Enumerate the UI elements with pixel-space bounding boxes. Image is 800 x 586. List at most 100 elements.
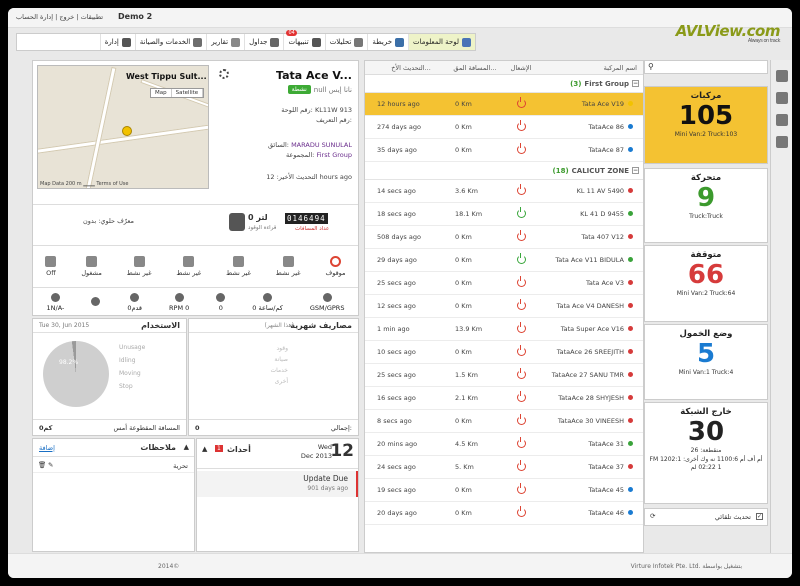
vehicle-info-panel: West Tippu Sult... Map Satellite Map Data… — [32, 60, 359, 316]
distance-value: 0كم — [39, 424, 53, 432]
map-button[interactable]: Map — [151, 89, 172, 97]
gear-icon[interactable] — [219, 69, 229, 79]
trash-icon[interactable]: 🗑 — [38, 461, 46, 469]
stat-card[interactable]: خارج الشبكة 30 منقطعة: 26 FM 1202:1 أم أف أ… — [644, 402, 768, 504]
map-type-toggle[interactable]: Map Satellite — [150, 88, 205, 98]
menu-item-6[interactable]: الخدمات والصيانة — [134, 34, 206, 50]
account-links[interactable]: تطبيقات | خروج | إدارة الحساب — [16, 13, 103, 21]
menu-item-2[interactable]: تحليلات — [324, 34, 368, 50]
fuel-icon — [229, 213, 245, 231]
odometer-value: 0146494 — [285, 213, 328, 224]
battery-icon — [50, 293, 60, 302]
group-count: (3) — [570, 79, 582, 88]
vehicle-row-name: TataAce 46 — [588, 509, 624, 517]
menu-item-4[interactable]: جداول — [244, 34, 283, 50]
sensor-item: GSM/GPRS — [310, 293, 344, 312]
power-icon — [516, 275, 526, 287]
vehicle-marker-icon[interactable] — [122, 126, 132, 136]
satellite-button[interactable]: Satellite — [172, 89, 204, 97]
menu-label: خريطة — [372, 38, 393, 46]
col-name[interactable]: اسم المركبة — [543, 64, 643, 72]
vehicle-row[interactable]: Tata Ace V19 0 Km 12 hours ago — [365, 93, 643, 116]
mini-map[interactable]: West Tippu Sult... Map Satellite Map Data… — [37, 65, 209, 189]
vehicle-row[interactable]: TataAce 87 0 Km 35 days ago — [365, 139, 643, 162]
expense-row: صيانة — [274, 356, 288, 363]
vehicle-row-distance: 0 Km — [455, 279, 472, 287]
col-ignition[interactable]: الإشعال — [499, 64, 543, 72]
vehicle-row-name: TataAce 87 — [588, 146, 624, 154]
vehicle-icon[interactable] — [775, 70, 788, 82]
group-header[interactable]: − First Group (3) — [365, 75, 643, 93]
col-updated[interactable]: التحديث الأخ... — [371, 64, 451, 72]
power-icon — [516, 119, 526, 131]
vehicle-row[interactable]: Tata Super Ace V16 13.9 Km 1 min ago — [365, 318, 643, 341]
group-count: (18) — [552, 166, 569, 175]
stat-card[interactable]: متوقفة 66 Mini Van:2 Truck:64 — [644, 245, 768, 322]
distance-label[interactable]: المسافة المقطوعة أمس — [113, 424, 180, 432]
footer-copyright: 2014© — [158, 563, 180, 570]
vehicle-row[interactable]: TataAce 37 5. Km 24 secs ago — [365, 456, 643, 479]
vehicle-row[interactable]: Tata Ace V3 0 Km 25 secs ago — [365, 272, 643, 295]
menu-item-7[interactable]: إدارة — [99, 34, 135, 50]
edit-icon[interactable]: ✎ — [48, 461, 53, 469]
menu-item-5[interactable]: تقارير — [206, 34, 244, 50]
vehicle-row[interactable]: KL 41 D 9455 18.1 Km 18 secs ago — [365, 203, 643, 226]
expense-row: أخرى — [274, 378, 288, 385]
menu-item-3[interactable]: تنبيهات 04 — [283, 30, 324, 50]
vehicle-row[interactable]: KL 11 AV 5490 3.6 Km 14 secs ago — [365, 180, 643, 203]
menu-item-1[interactable]: خريطة — [367, 34, 408, 50]
vehicle-row[interactable]: Tata Ace V11 BIDULA 0 Km 29 days ago — [365, 249, 643, 272]
map-footer: Map Data 200 m ▁▁▁ Terms of Use — [40, 181, 129, 187]
fuel-value: 0 لتر — [248, 213, 268, 222]
chevron-up-icon[interactable]: ▲ — [184, 443, 189, 451]
vehicle-row-distance: 0 Km — [455, 417, 472, 425]
chevron-up-icon[interactable]: ▲ — [202, 445, 207, 453]
collapse-icon[interactable]: − — [632, 167, 639, 174]
vehicle-row-name: TataAce 26 SREEJITH — [556, 348, 624, 356]
auto-refresh-checkbox[interactable]: ✓ — [756, 513, 763, 520]
vehicle-row-updated: 508 days ago — [377, 233, 421, 241]
stat-title: متوقفة — [690, 250, 722, 260]
vehicle-row-name: TataAce 37 — [588, 463, 624, 471]
vehicle-row[interactable]: TataAce 27 SANU TMR 1.5 Km 25 secs ago — [365, 364, 643, 387]
power-icon — [516, 229, 526, 241]
vehicle-row[interactable]: TataAce 46 0 Km 20 days ago — [365, 502, 643, 525]
list-search-box[interactable]: ⚲ — [644, 60, 768, 74]
vehicle-row[interactable]: Tata 407 V12 0 Km 508 days ago — [365, 226, 643, 249]
group-name: First Group — [584, 79, 629, 88]
vehicle-row[interactable]: TataAce 26 SREEJITH 0 Km 10 secs ago — [365, 341, 643, 364]
vehicle-row[interactable]: TataAce 31 4.5 Km 20 mins ago — [365, 433, 643, 456]
sensor-value: 0 — [218, 304, 223, 312]
menu-item-0[interactable]: لوحة المعلومات — [408, 34, 475, 50]
vehicle-row[interactable]: Tata Ace V4 DANESH 0 Km 12 secs ago — [365, 295, 643, 318]
refresh-icon[interactable]: ⟳ — [650, 512, 655, 520]
event-item[interactable]: Update Due 901 days ago — [197, 471, 358, 497]
expenses-title: مصاريف شهرية — [290, 321, 352, 330]
notes-col: 🗑 ✎ تحرية — [33, 459, 194, 473]
add-note-link[interactable]: إضافة — [39, 444, 55, 452]
power-icon — [516, 413, 526, 425]
user-icon[interactable] — [775, 92, 788, 104]
power-icon — [516, 252, 526, 264]
status-dot-icon — [628, 441, 633, 446]
group-header[interactable]: − CALICUT ZONE (18) — [365, 162, 643, 180]
vehicle-name: Tata Ace V... — [276, 69, 352, 82]
cube-icon[interactable] — [775, 114, 788, 126]
vehicle-row[interactable]: TataAce 28 SHYJESH 2.1 Km 16 secs ago — [365, 387, 643, 410]
vehicle-row-distance: 13.9 Km — [455, 325, 483, 333]
vehicle-row[interactable]: TataAce 30 VINEESH 0 Km 8 secs ago — [365, 410, 643, 433]
vehicle-row[interactable]: TataAce 86 0 Km 274 days ago — [365, 116, 643, 139]
stat-card[interactable]: مركبات 105 Mini Van:2 Truck:103 — [644, 86, 768, 164]
vehicle-row-distance: 0 Km — [455, 123, 472, 131]
fuel-odometer-row: 0 لتر قراءة الوقود 0146494 عداد المسافات… — [33, 204, 358, 244]
power-icon — [516, 482, 526, 494]
collapse-icon[interactable]: − — [632, 80, 639, 87]
vehicle-row-name: KL 11 AV 5490 — [576, 187, 624, 195]
stat-card[interactable]: وضع الخمول 5 Mini Van:1 Truck:4 — [644, 324, 768, 400]
vehicle-row[interactable]: TataAce 45 0 Km 19 secs ago — [365, 479, 643, 502]
vehicle-row-distance: 0 Km — [455, 146, 472, 154]
col-distance[interactable]: المسافة المق... — [451, 64, 499, 72]
status-item: Off — [45, 256, 57, 277]
shield-icon[interactable] — [775, 136, 788, 148]
stat-card[interactable]: متحركة 9 Truck:Truck — [644, 168, 768, 243]
